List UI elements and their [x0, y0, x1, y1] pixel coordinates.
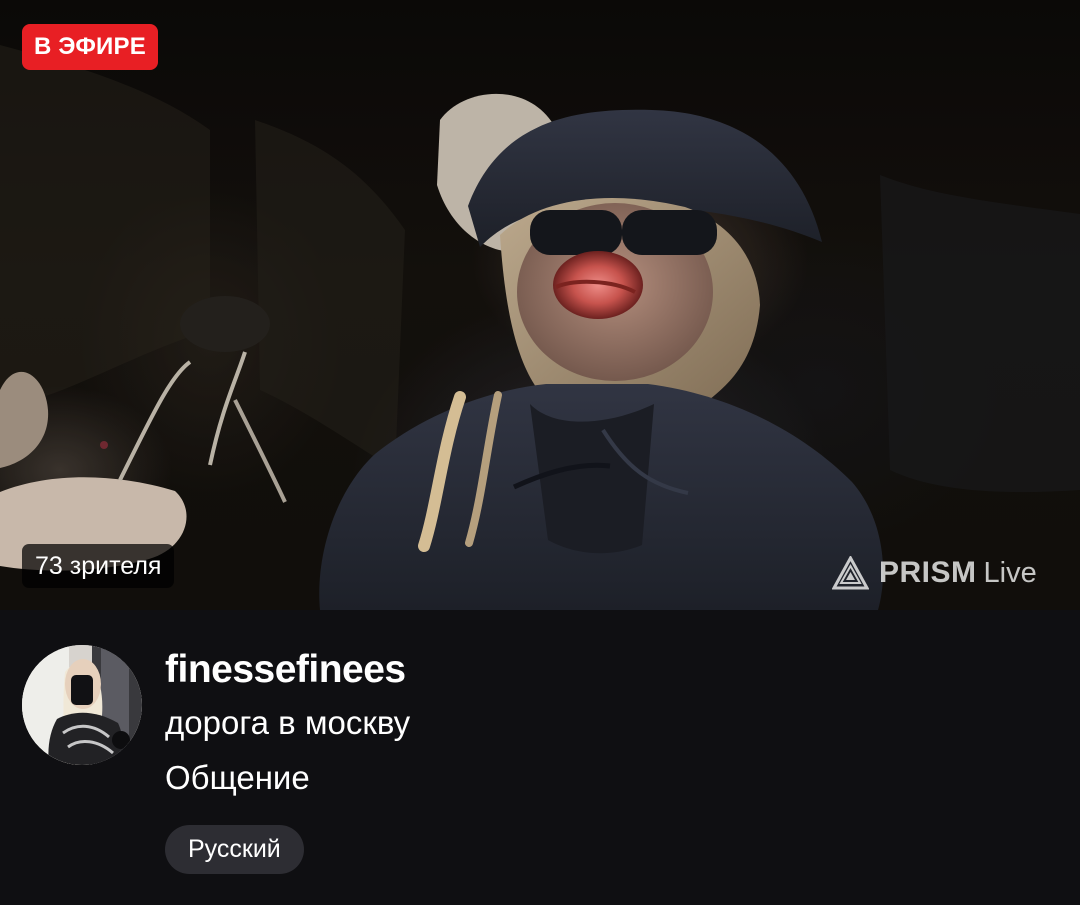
avatar[interactable]: [22, 645, 142, 765]
watermark-brand: PRISM: [879, 556, 977, 589]
stream-info-panel: finessefinees дорога в москву Общение Ру…: [0, 610, 1080, 905]
prism-logo-icon: [832, 556, 869, 590]
prism-live-watermark: PRISM Live: [832, 553, 1037, 593]
stream-title: дорога в москву: [165, 704, 411, 741]
channel-name[interactable]: finessefinees: [165, 646, 406, 694]
stream-category[interactable]: Общение: [165, 757, 310, 799]
viewer-count-badge: 73 зрителя: [22, 544, 175, 588]
language-tag[interactable]: Русский: [165, 825, 304, 874]
stream-page: В ЭФИРЕ 73 зрителя PRISM Live finessefin…: [0, 0, 1080, 905]
stream-video-frame: [0, 0, 1080, 610]
stream-video-player[interactable]: В ЭФИРЕ 73 зрителя PRISM Live: [0, 0, 1080, 610]
avatar-image: [22, 645, 142, 765]
watermark-suffix: Live: [983, 556, 1037, 589]
live-badge: В ЭФИРЕ: [22, 24, 158, 70]
